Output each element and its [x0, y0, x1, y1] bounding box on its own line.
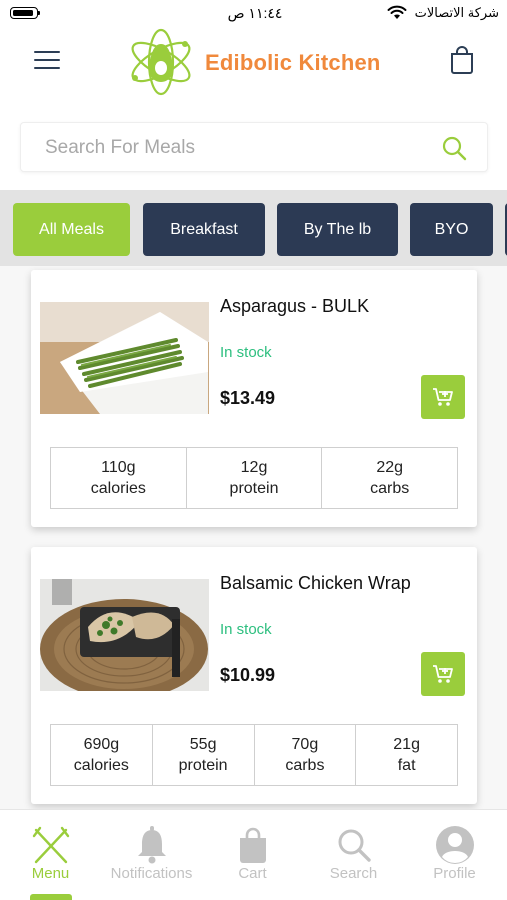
category-by-the-lb[interactable]: By The lb — [277, 203, 398, 256]
nutrition-cell: 690g calories — [51, 725, 153, 785]
tab-label: Profile — [433, 865, 476, 882]
meal-name: Asparagus - BULK — [220, 296, 370, 316]
battery-icon — [10, 7, 38, 19]
app-header: Edibolic Kitchen — [0, 26, 507, 190]
status-time: ١١:٤٤ ص — [227, 5, 283, 21]
category-all-meals[interactable]: All Meals — [13, 203, 130, 256]
meal-card[interactable]: Balsamic Chicken Wrap In stock $10.99 69… — [31, 547, 477, 804]
nutrition-table: 690g calories 55g protein 70g carbs 21g fat — [50, 724, 458, 786]
category-tabs: All Meals Breakfast By The lb BYO — [0, 190, 507, 266]
add-to-cart-button[interactable] — [421, 652, 465, 696]
shopping-bag-icon[interactable] — [449, 46, 475, 74]
add-to-cart-button[interactable] — [421, 375, 465, 419]
nutrition-cell: 21g fat — [393, 736, 420, 774]
wifi-icon — [387, 5, 407, 19]
tab-label: Cart — [238, 865, 267, 882]
category-byo[interactable]: BYO — [410, 203, 493, 256]
menu-icon[interactable] — [34, 51, 60, 71]
tab-label: Search — [329, 865, 378, 882]
meal-card[interactable]: Asparagus - BULK In stock $13.49 110g cal… — [31, 270, 477, 527]
tab-notifications[interactable]: Notifications — [101, 810, 202, 900]
tab-cart[interactable]: Cart — [202, 810, 303, 900]
search-icon[interactable] — [441, 135, 467, 161]
stock-status: In stock — [220, 621, 272, 638]
brand-logo: Edibolic Kitchen — [125, 28, 395, 96]
shopping-bag-icon — [240, 827, 266, 863]
search-bar — [20, 122, 488, 172]
nutrition-cell: 110g calories — [51, 448, 187, 508]
meal-image-chicken-wrap — [40, 579, 209, 691]
tab-label: Notifications — [110, 865, 193, 882]
status-bar: ١١:٤٤ ص شركة الاتصالات — [0, 0, 507, 26]
nutrition-cell: 55g protein — [153, 725, 255, 785]
bottom-navigation: Menu Notifications Cart Search Profile — [0, 809, 507, 900]
carrier-name: شركة الاتصالات — [414, 5, 499, 20]
brand-name: Edibolic Kitchen — [205, 50, 381, 75]
nutrition-cell: 22g carbs — [370, 459, 410, 497]
meal-name: Balsamic Chicken Wrap — [220, 573, 411, 593]
tab-profile[interactable]: Profile — [404, 810, 505, 900]
fork-knife-icon — [32, 826, 70, 864]
nutrition-cell: 70g carbs — [255, 725, 357, 785]
profile-icon — [436, 826, 474, 864]
app-screen: ١١:٤٤ ص شركة الاتصالات Edibolic Kitchen — [0, 0, 507, 900]
add-cart-icon — [433, 388, 453, 406]
nutrition-cell: 12g protein — [187, 448, 323, 508]
meal-price: $10.99 — [220, 665, 276, 685]
search-icon — [338, 829, 371, 862]
tab-label: Menu — [31, 865, 70, 882]
search-input[interactable] — [45, 135, 425, 161]
category-breakfast[interactable]: Breakfast — [143, 203, 265, 256]
active-tab-indicator — [30, 894, 72, 900]
atom-avocado-icon — [131, 28, 191, 96]
add-cart-icon — [433, 665, 453, 683]
tab-menu[interactable]: Menu — [0, 810, 101, 900]
meal-image-asparagus — [40, 302, 209, 414]
nutrition-table: 110g calories 12g protein 22g carbs — [50, 447, 458, 509]
meal-price: $13.49 — [220, 388, 276, 408]
stock-status: In stock — [220, 344, 272, 361]
battery-tip — [38, 11, 40, 15]
tab-search[interactable]: Search — [303, 810, 404, 900]
bell-icon — [138, 826, 166, 864]
